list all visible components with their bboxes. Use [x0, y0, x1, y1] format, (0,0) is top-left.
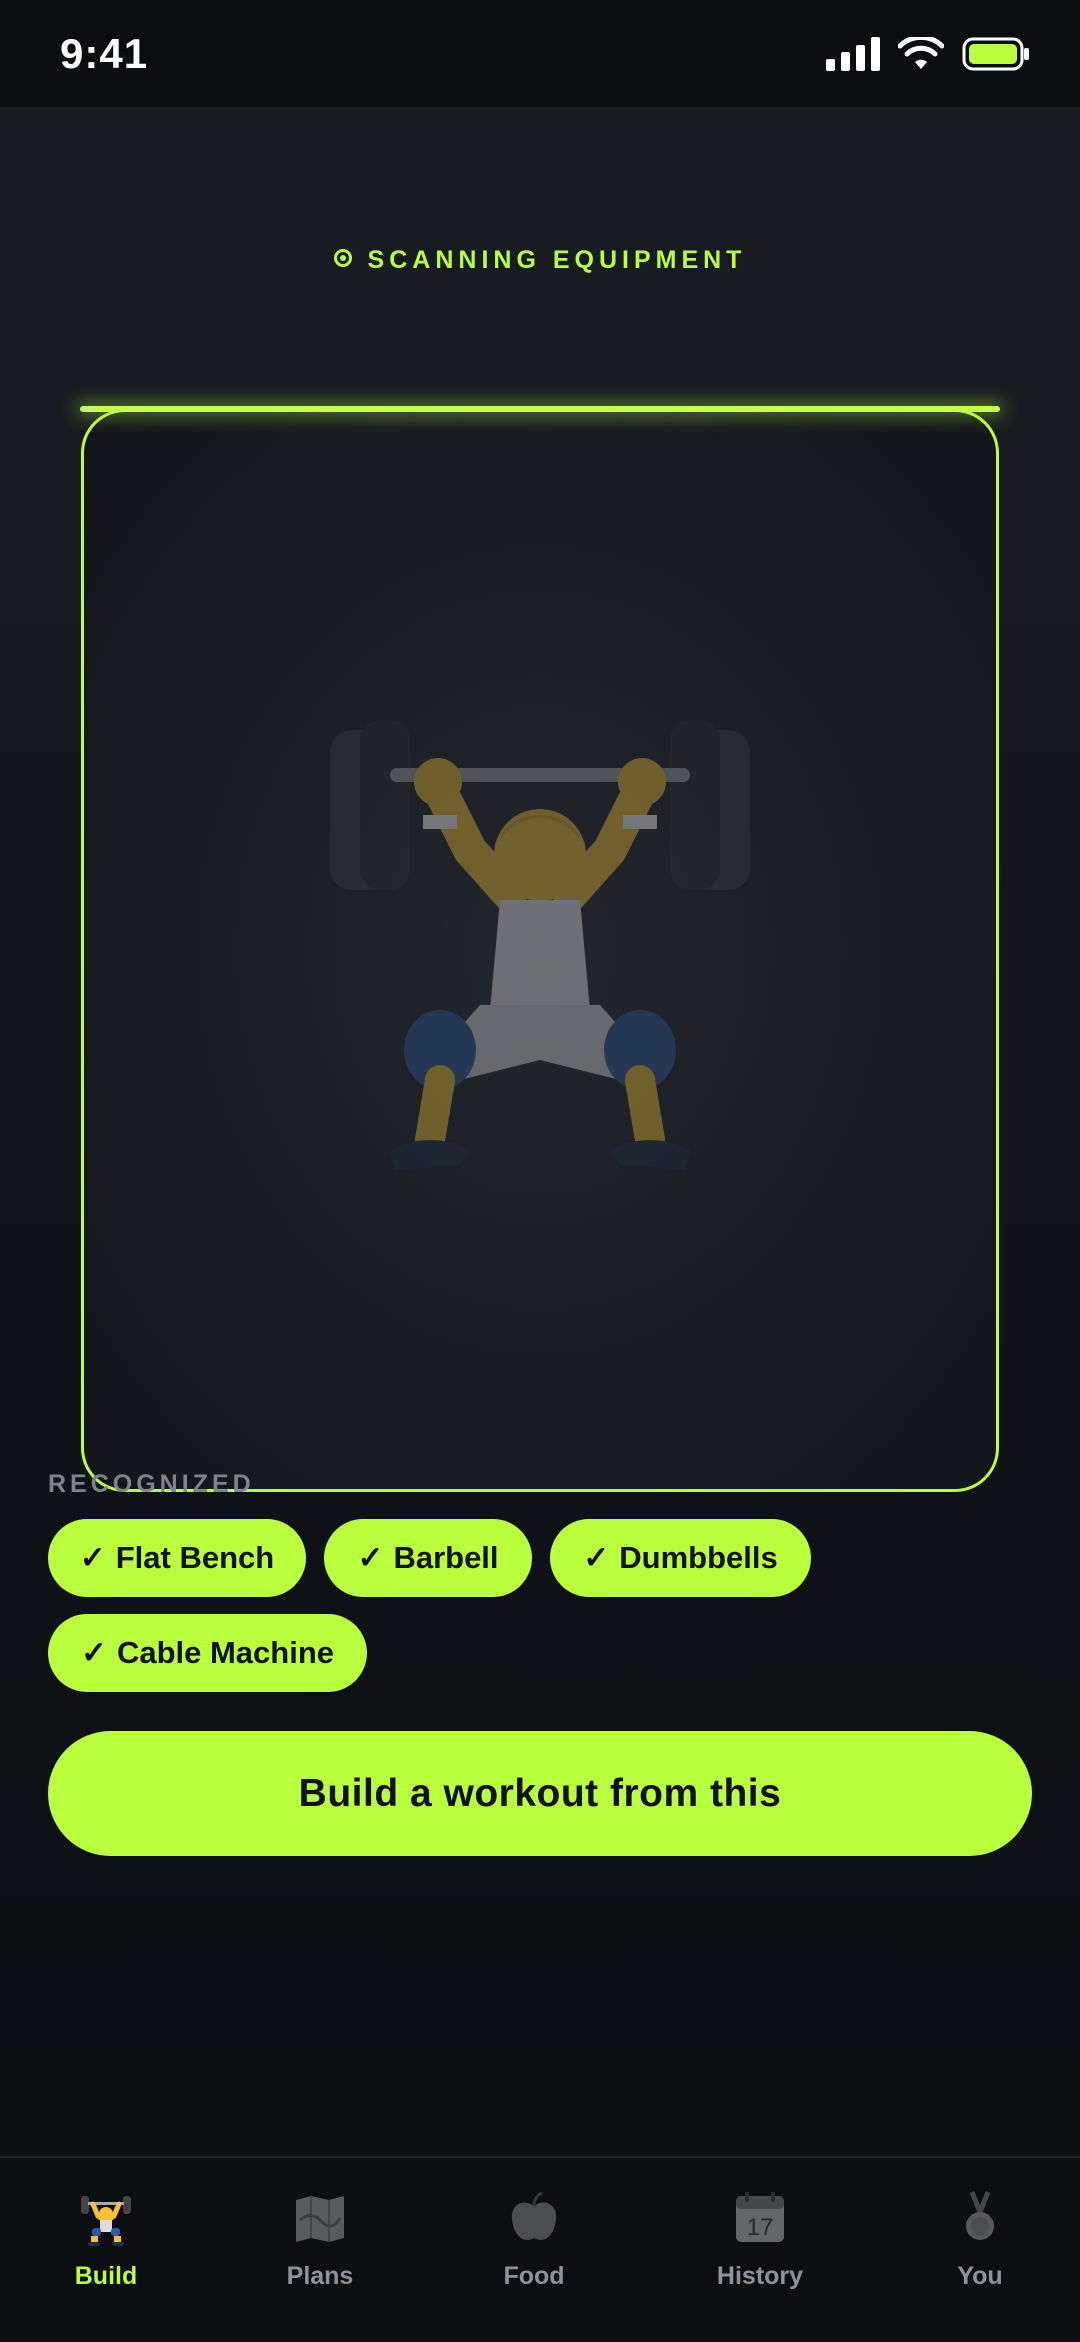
- screen: 9:41 SCANNING EQUIPMENT RECOGNIZED ✓ Fla…: [0, 0, 1080, 2342]
- tab-label: Plans: [286, 2262, 354, 2290]
- tab-label: Build: [74, 2262, 138, 2290]
- build-workout-button[interactable]: Build a workout from this: [48, 1731, 1032, 1856]
- recognized-section-label: RECOGNIZED: [48, 1470, 255, 1498]
- scanning-indicator-icon: [333, 249, 352, 268]
- tab-plans[interactable]: Plans: [230, 2158, 410, 2342]
- equipment-chip-barbell[interactable]: ✓ Barbell: [324, 1519, 532, 1597]
- chip-label: Cable Machine: [116, 1635, 335, 1670]
- tab-history[interactable]: 17 History: [670, 2158, 850, 2342]
- medal-icon: [966, 2191, 994, 2240]
- tab-you[interactable]: You: [890, 2158, 1070, 2342]
- weightlifter-icon: [81, 2196, 131, 2246]
- chip-label: Flat Bench: [115, 1540, 275, 1575]
- chip-label: Dumbbells: [619, 1540, 778, 1575]
- chip-label: Barbell: [393, 1540, 499, 1575]
- tab-food[interactable]: Food: [444, 2158, 624, 2342]
- equipment-chip-dumbbells[interactable]: ✓ Dumbbells: [550, 1519, 811, 1597]
- status-icons: [826, 34, 1030, 74]
- cellular-signal-icon: [826, 37, 880, 71]
- map-icon: [296, 2196, 344, 2242]
- weightlifter-icon: [330, 720, 750, 1170]
- checkmark-icon: ✓: [357, 1540, 384, 1575]
- tab-label: History: [716, 2262, 804, 2290]
- scan-line: [80, 406, 1000, 412]
- status-time: 9:41: [60, 30, 149, 77]
- scanning-status: SCANNING EQUIPMENT: [0, 246, 1080, 275]
- checkmark-icon: ✓: [80, 1635, 107, 1670]
- scanning-label: SCANNING EQUIPMENT: [367, 246, 747, 274]
- equipment-chip-cable-machine[interactable]: ✓ Cable Machine: [48, 1614, 367, 1692]
- wifi-icon: [898, 37, 944, 69]
- tab-label: You: [957, 2262, 1003, 2290]
- equipment-chip-flat-bench[interactable]: ✓ Flat Bench: [48, 1519, 306, 1597]
- battery-icon: [962, 37, 1029, 71]
- tab-build[interactable]: Build: [16, 2158, 196, 2342]
- checkmark-icon: ✓: [583, 1540, 610, 1575]
- calendar-day: 17: [747, 2214, 774, 2241]
- status-bar: 9:41: [0, 0, 1080, 107]
- checkmark-icon: ✓: [79, 1540, 106, 1575]
- tab-label: Food: [503, 2262, 565, 2290]
- calendar-icon: 17: [736, 2192, 784, 2242]
- apple-icon: [511, 2191, 557, 2240]
- tab-bar: Build Plans Food 17 History You: [0, 2156, 1080, 2342]
